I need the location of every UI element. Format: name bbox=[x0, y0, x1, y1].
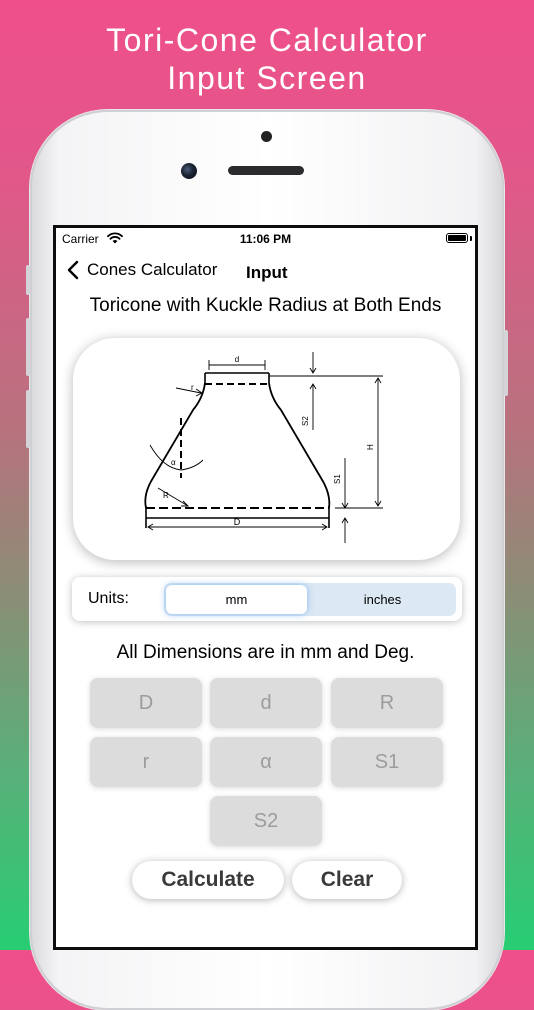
field-d[interactable]: d bbox=[210, 678, 322, 728]
proximity-sensor bbox=[261, 131, 272, 142]
field-alpha[interactable]: α bbox=[210, 737, 322, 787]
field-D[interactable]: D bbox=[90, 678, 202, 728]
cone-left-wall bbox=[144, 382, 206, 509]
units-option-inches[interactable]: inches bbox=[312, 585, 453, 614]
back-label: Cones Calculator bbox=[87, 260, 218, 279]
status-bar: Carrier 11:06 PM bbox=[56, 228, 475, 250]
app-display: Carrier 11:06 PM Cones Calculator Input … bbox=[56, 228, 475, 947]
toricone-diagram: d D r α R H S2 S1 bbox=[144, 352, 383, 543]
label-D: D bbox=[234, 517, 241, 527]
label-r: r bbox=[191, 383, 194, 392]
mute-switch bbox=[26, 265, 30, 295]
promo-title-line1: Tori-Cone Calculator bbox=[106, 22, 428, 58]
volume-up-button bbox=[26, 318, 30, 376]
label-R: R bbox=[163, 491, 169, 500]
field-S1[interactable]: S1 bbox=[331, 737, 443, 787]
calculate-button[interactable]: Calculate bbox=[132, 861, 284, 899]
navigation-bar: Cones Calculator Input bbox=[56, 252, 475, 292]
label-H: H bbox=[366, 444, 375, 450]
power-button bbox=[504, 330, 508, 396]
label-S2: S2 bbox=[301, 416, 310, 426]
label-d: d bbox=[235, 355, 239, 364]
units-selector-row: Units: mm inches bbox=[72, 577, 462, 621]
earpiece-speaker bbox=[228, 166, 304, 175]
page-title: Input bbox=[246, 263, 288, 282]
status-time: 11:06 PM bbox=[239, 232, 292, 246]
field-S2[interactable]: S2 bbox=[210, 796, 322, 846]
toricone-diagram-card: d D r α R H S2 S1 bbox=[73, 338, 460, 560]
label-S1: S1 bbox=[333, 474, 342, 484]
units-option-mm[interactable]: mm bbox=[166, 585, 307, 614]
cone-right-wall bbox=[268, 382, 331, 509]
battery-tip bbox=[470, 236, 472, 241]
back-button[interactable]: Cones Calculator bbox=[67, 260, 217, 280]
label-alpha: α bbox=[171, 458, 176, 467]
units-label: Units: bbox=[88, 590, 129, 607]
field-r[interactable]: r bbox=[90, 737, 202, 787]
dimensions-note: All Dimensions are in mm and Deg. bbox=[116, 642, 415, 663]
units-segmented-control: mm inches bbox=[164, 583, 456, 616]
volume-down-button bbox=[26, 390, 30, 448]
cone-type-heading: Toricone with Kuckle Radius at Both Ends bbox=[89, 295, 442, 316]
promo-title-line2: Input Screen bbox=[167, 60, 367, 96]
phone-screen: Carrier 11:06 PM Cones Calculator Input … bbox=[53, 225, 478, 950]
front-camera-icon bbox=[181, 163, 197, 179]
clear-button[interactable]: Clear bbox=[292, 861, 402, 899]
chevron-left-icon bbox=[67, 260, 79, 280]
battery-icon bbox=[446, 233, 468, 243]
field-R[interactable]: R bbox=[331, 678, 443, 728]
